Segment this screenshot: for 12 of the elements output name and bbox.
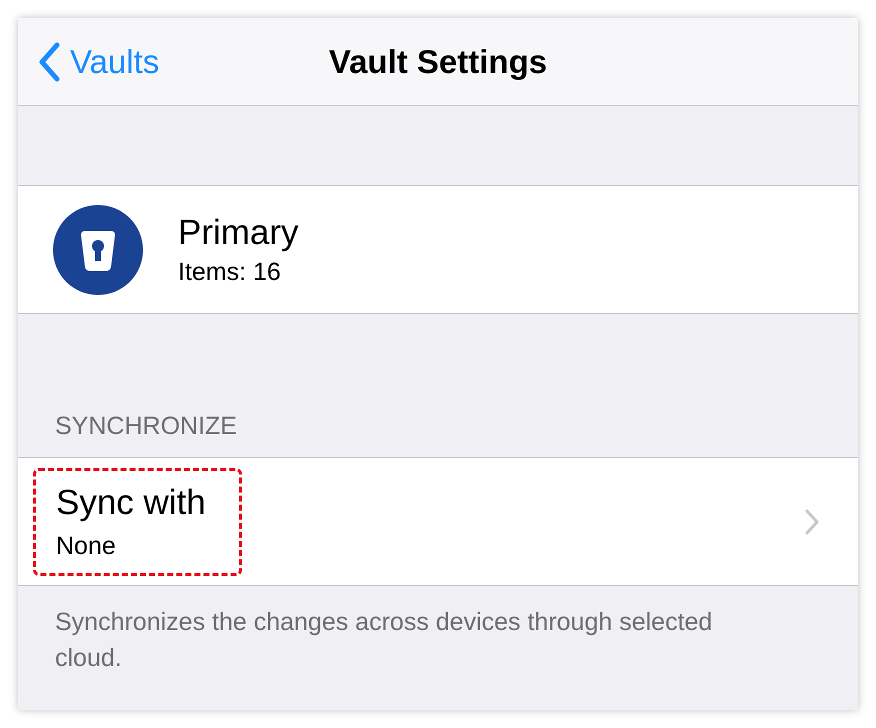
vault-row[interactable]: Primary Items: 16 — [18, 185, 858, 314]
vault-name: Primary — [178, 214, 299, 250]
sync-label: Sync with — [56, 484, 207, 520]
item-count: Items: 16 — [178, 260, 282, 284]
chevron-left-icon — [38, 42, 60, 82]
section-footer: Synchronizes the changes across devices through selected cloud. — [18, 586, 858, 676]
screen-title: Vault Settings — [328, 42, 548, 82]
lock-icon — [53, 204, 143, 294]
chevron-right-icon — [804, 508, 820, 536]
sync-row[interactable]: Sync with None — [18, 457, 858, 586]
section-header: SYNCHRONIZE — [55, 414, 237, 439]
sync-value: None — [56, 534, 117, 558]
